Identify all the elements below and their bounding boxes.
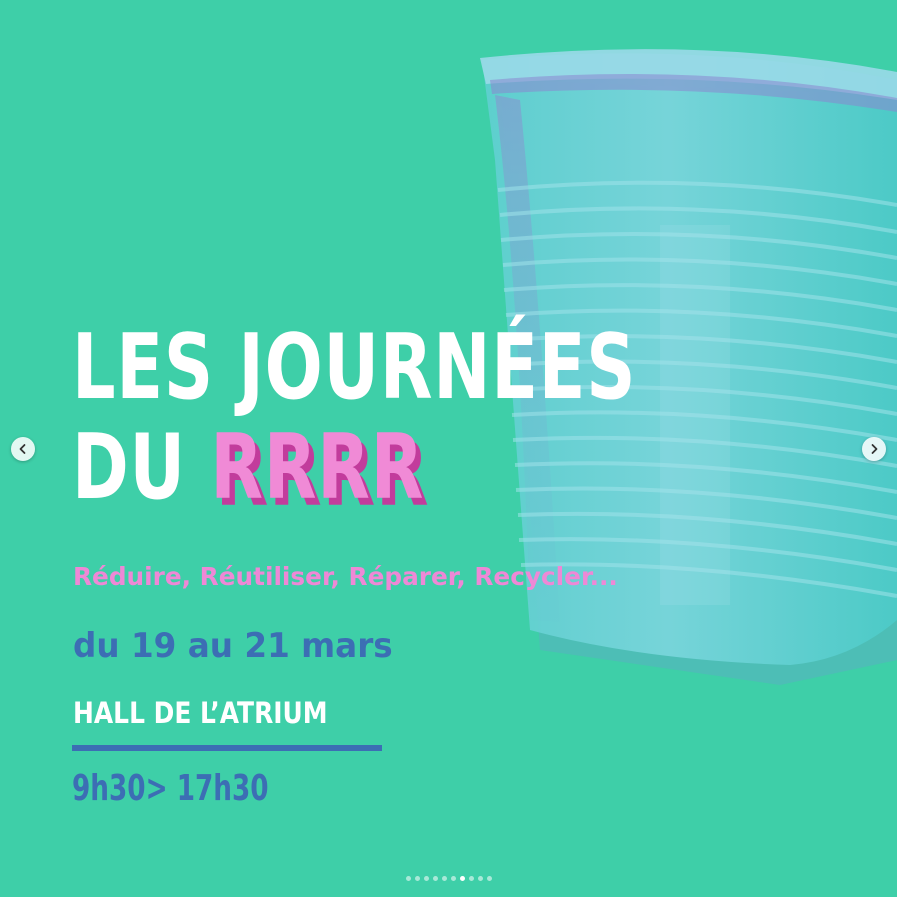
- pagination-dot[interactable]: [486, 876, 492, 881]
- carousel-next-button[interactable]: [862, 437, 886, 461]
- event-subtitle: Réduire, Réutiliser, Réparer, Recycler..…: [73, 562, 618, 591]
- event-title: LES JOURNÉES DU RRRR: [72, 318, 636, 518]
- pagination-dot[interactable]: [477, 876, 483, 881]
- pagination-dot[interactable]: [405, 876, 411, 881]
- carousel-slide: LES JOURNÉES DU RRRR Réduire, Réutiliser…: [0, 0, 897, 897]
- event-venue: HALL DE L’ATRIUM: [73, 696, 328, 730]
- title-accent-rrrr: RRRR: [210, 415, 425, 520]
- title-line-1: LES JOURNÉES: [72, 315, 637, 420]
- event-dates: du 19 au 21 mars: [73, 626, 393, 666]
- pagination-dot[interactable]: [432, 876, 438, 881]
- divider: [72, 745, 382, 751]
- chevron-right-icon: [871, 444, 878, 454]
- carousel-prev-button[interactable]: [11, 437, 35, 461]
- pagination-dot[interactable]: [441, 876, 447, 881]
- pagination-dot[interactable]: [468, 876, 474, 881]
- title-line-2: DU RRRR: [72, 418, 636, 518]
- title-prefix: DU: [72, 415, 211, 520]
- chevron-left-icon: [19, 444, 26, 454]
- pagination-dot[interactable]: [423, 876, 429, 881]
- event-hours: 9h30> 17h30: [72, 768, 269, 809]
- pagination-dot[interactable]: [414, 876, 420, 881]
- pagination-dot[interactable]: [459, 876, 465, 881]
- carousel-pagination: [0, 876, 897, 881]
- pagination-dot[interactable]: [450, 876, 456, 881]
